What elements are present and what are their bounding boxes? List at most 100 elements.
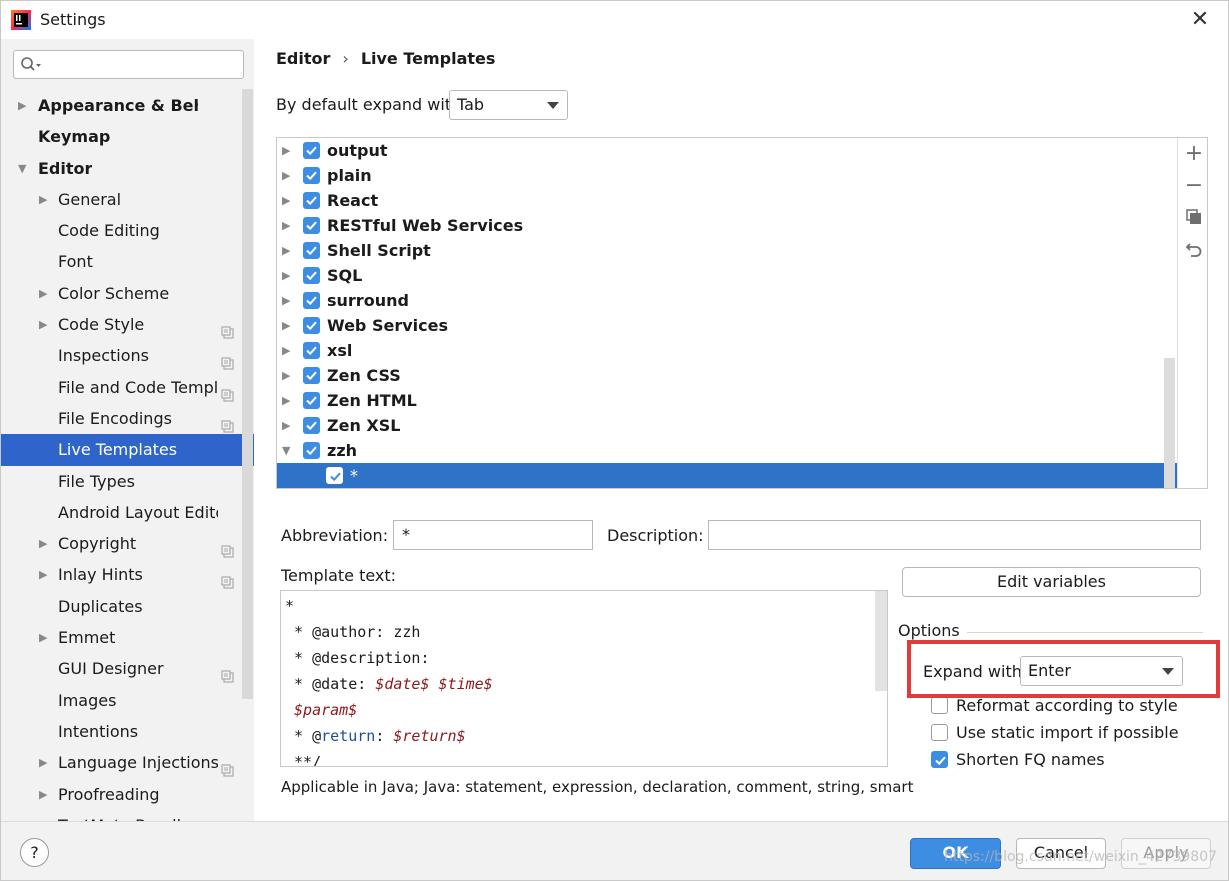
- triangle-right-icon[interactable]: ▶: [282, 263, 290, 288]
- triangle-right-icon[interactable]: ▶: [282, 363, 290, 388]
- editor-scrollbar[interactable]: [875, 591, 887, 691]
- breadcrumb-parent[interactable]: Editor: [276, 49, 330, 68]
- group-checkbox[interactable]: [303, 417, 320, 434]
- sidebar-item[interactable]: File Encodings: [1, 403, 254, 434]
- sidebar-item[interactable]: ▶ Emmet: [1, 622, 254, 653]
- option-checkbox-row[interactable]: Reformat according to style: [931, 696, 1191, 718]
- triangle-right-icon[interactable]: ▶: [39, 747, 53, 778]
- list-scrollbar[interactable]: [1164, 358, 1175, 488]
- group-checkbox[interactable]: [303, 367, 320, 384]
- help-button[interactable]: ?: [20, 838, 49, 867]
- description-input[interactable]: [708, 520, 1201, 550]
- triangle-right-icon[interactable]: ▶: [39, 278, 53, 309]
- triangle-down-icon[interactable]: ▼: [18, 153, 32, 184]
- template-group-row[interactable]: ▶ Zen CSS: [277, 363, 1177, 388]
- triangle-right-icon[interactable]: ▶: [18, 90, 32, 121]
- triangle-right-icon[interactable]: ▶: [282, 413, 290, 438]
- sidebar-item[interactable]: Intentions: [1, 716, 254, 747]
- template-group-row[interactable]: ▶ Web Services: [277, 313, 1177, 338]
- sidebar-item[interactable]: Code Editing: [1, 215, 254, 246]
- template-group-row[interactable]: ▶ RESTful Web Services: [277, 213, 1177, 238]
- sidebar-item[interactable]: File and Code Templates: [1, 372, 254, 403]
- group-checkbox[interactable]: [303, 292, 320, 309]
- applicable-contexts[interactable]: Applicable in Java; Java: statement, exp…: [281, 778, 913, 796]
- template-group-row[interactable]: ▶ SQL: [277, 263, 1177, 288]
- copy-icon[interactable]: [1184, 208, 1204, 228]
- template-checkbox[interactable]: [326, 467, 343, 484]
- triangle-right-icon[interactable]: ▶: [282, 388, 290, 413]
- sidebar-item[interactable]: ▶ General: [1, 184, 254, 215]
- option-checkbox[interactable]: [931, 751, 948, 768]
- triangle-right-icon[interactable]: ▶: [282, 138, 290, 163]
- sidebar-item[interactable]: ▶ Code Style: [1, 309, 254, 340]
- triangle-right-icon[interactable]: ▶: [39, 184, 53, 215]
- triangle-right-icon[interactable]: ▶: [282, 338, 290, 363]
- triangle-right-icon[interactable]: ▶: [39, 622, 53, 653]
- sidebar-item[interactable]: GUI Designer: [1, 653, 254, 684]
- template-group-row[interactable]: ▼ zzh: [277, 438, 1177, 463]
- template-group-row[interactable]: ▶ xsl: [277, 338, 1177, 363]
- template-group-row[interactable]: ▶ plain: [277, 163, 1177, 188]
- triangle-right-icon[interactable]: ▶: [282, 188, 290, 213]
- option-checkbox[interactable]: [931, 697, 948, 714]
- sidebar-item[interactable]: Android Layout Editor: [1, 497, 254, 528]
- remove-icon[interactable]: −: [1184, 175, 1204, 197]
- sidebar-item[interactable]: ▶ Language Injections: [1, 747, 254, 778]
- close-icon[interactable]: ✕: [1185, 5, 1215, 35]
- triangle-right-icon[interactable]: ▶: [282, 163, 290, 188]
- group-checkbox[interactable]: [303, 167, 320, 184]
- sidebar-item[interactable]: ▶ Color Scheme: [1, 278, 254, 309]
- template-code[interactable]: * * @author: zzh * @description: * @date…: [285, 593, 493, 766]
- triangle-right-icon[interactable]: ▶: [282, 213, 290, 238]
- option-checkbox[interactable]: [931, 724, 948, 741]
- sidebar-item[interactable]: TextMate Bundles: [1, 810, 254, 821]
- sidebar-item[interactable]: ▶ Appearance & Behavior: [1, 90, 254, 121]
- sidebar-item[interactable]: ▶ Copyright: [1, 528, 254, 559]
- undo-icon[interactable]: [1184, 240, 1204, 260]
- triangle-right-icon[interactable]: ▶: [282, 238, 290, 263]
- group-checkbox[interactable]: [303, 242, 320, 259]
- triangle-right-icon[interactable]: ▶: [39, 559, 53, 590]
- triangle-right-icon[interactable]: ▶: [39, 309, 53, 340]
- template-group-row[interactable]: ▶ Zen XSL: [277, 413, 1177, 438]
- template-group-row[interactable]: ▶ Shell Script: [277, 238, 1177, 263]
- sidebar-scrollbar[interactable]: [242, 89, 253, 699]
- group-checkbox[interactable]: [303, 267, 320, 284]
- triangle-right-icon[interactable]: ▶: [282, 288, 290, 313]
- sidebar-item[interactable]: Keymap: [1, 121, 254, 152]
- triangle-down-icon[interactable]: ▼: [282, 438, 290, 463]
- sidebar-item[interactable]: Duplicates: [1, 591, 254, 622]
- triangle-right-icon[interactable]: ▶: [282, 313, 290, 338]
- group-checkbox[interactable]: [303, 392, 320, 409]
- sidebar-item[interactable]: ▼ Editor: [1, 153, 254, 184]
- sidebar-item[interactable]: Live Templates: [1, 434, 254, 466]
- group-checkbox[interactable]: [303, 342, 320, 359]
- edit-variables-button[interactable]: Edit variables: [902, 567, 1201, 597]
- group-checkbox[interactable]: [303, 217, 320, 234]
- group-checkbox[interactable]: [303, 317, 320, 334]
- sidebar-item[interactable]: Inspections: [1, 340, 254, 371]
- option-checkbox-row[interactable]: Use static import if possible: [931, 723, 1191, 745]
- option-checkbox-row[interactable]: Shorten FQ names: [931, 750, 1191, 772]
- expand-default-select[interactable]: Tab: [449, 90, 568, 120]
- triangle-right-icon[interactable]: ▶: [39, 779, 53, 810]
- abbreviation-input[interactable]: *: [393, 520, 593, 550]
- sidebar-item[interactable]: Font: [1, 246, 254, 277]
- template-text-editor[interactable]: * * @author: zzh * @description: * @date…: [280, 590, 888, 767]
- template-group-row[interactable]: ▶ surround: [277, 288, 1177, 313]
- template-group-row[interactable]: ▶ React: [277, 188, 1177, 213]
- abbreviation-label: Abbreviation:: [281, 526, 389, 545]
- group-checkbox[interactable]: [303, 192, 320, 209]
- sidebar-item[interactable]: ▶ Inlay Hints: [1, 559, 254, 590]
- template-group-row[interactable]: ▶ Zen HTML: [277, 388, 1177, 413]
- search-input[interactable]: [13, 50, 244, 79]
- sidebar-item[interactable]: Images: [1, 685, 254, 716]
- triangle-right-icon[interactable]: ▶: [39, 528, 53, 559]
- template-group-row[interactable]: ▶ output: [277, 138, 1177, 163]
- sidebar-item[interactable]: ▶ Proofreading: [1, 779, 254, 810]
- template-row-selected[interactable]: *: [277, 463, 1177, 488]
- sidebar-item[interactable]: File Types: [1, 466, 254, 497]
- group-checkbox[interactable]: [303, 142, 320, 159]
- group-checkbox[interactable]: [303, 442, 320, 459]
- add-icon[interactable]: +: [1184, 143, 1204, 165]
